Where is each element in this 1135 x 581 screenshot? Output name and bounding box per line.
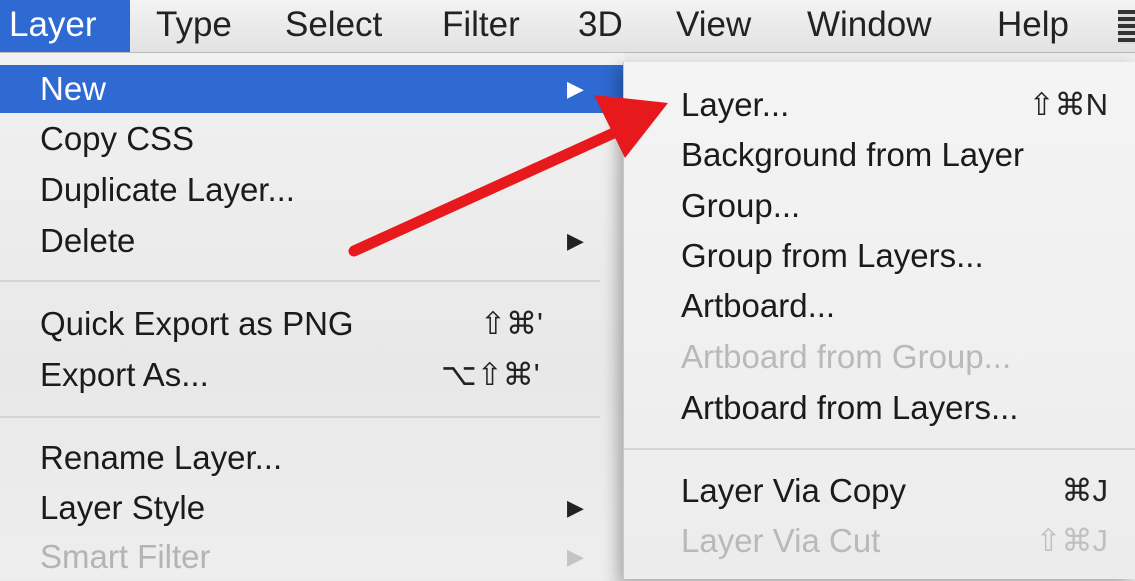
submenu-item-shortcut: ⇧⌘N xyxy=(1028,87,1108,122)
menu-item-new[interactable]: New ▶ xyxy=(0,65,625,113)
menubar-select[interactable]: Select xyxy=(285,0,382,52)
menu-item-rename-layer[interactable]: Rename Layer... xyxy=(0,434,600,482)
submenu-item-label: Group from Layers... xyxy=(681,237,984,274)
submenu-item-layer-via-cut: Layer Via Cut ⇧⌘J xyxy=(624,517,1135,565)
submenu-separator xyxy=(624,448,1135,450)
new-submenu: Layer... ⇧⌘N Background from Layer Group… xyxy=(623,62,1135,579)
layer-menu: New ▶ Copy CSS Duplicate Layer... Delete… xyxy=(0,53,625,579)
triangle-right-icon: ▶ xyxy=(567,544,584,569)
menubar-3d[interactable]: 3D xyxy=(578,0,623,52)
submenu-item-layer[interactable]: Layer... ⇧⌘N xyxy=(624,81,1135,129)
menubar-help[interactable]: Help xyxy=(997,0,1069,52)
submenu-item-label: Artboard from Group... xyxy=(681,338,1012,375)
submenu-item-artboard-from-group: Artboard from Group... xyxy=(624,333,1135,381)
menu-item-export-as[interactable]: Export As... ⌥⇧⌘' xyxy=(0,351,600,399)
menubar-window[interactable]: Window xyxy=(807,0,931,52)
submenu-item-label: Artboard from Layers... xyxy=(681,389,1019,426)
menu-item-label: Layer Style xyxy=(40,489,206,526)
menubar-status-icon xyxy=(1118,10,1135,44)
menu-item-label: Smart Filter xyxy=(40,538,211,575)
submenu-item-artboard-from-layers[interactable]: Artboard from Layers... xyxy=(624,384,1135,432)
menu-item-label: Delete xyxy=(40,222,136,259)
menu-item-label: Copy CSS xyxy=(40,120,195,157)
submenu-item-label: Layer Via Cut xyxy=(681,522,881,559)
submenu-item-shortcut: ⌘J xyxy=(1061,473,1109,508)
menubar-view[interactable]: View xyxy=(676,0,751,52)
triangle-right-icon: ▶ xyxy=(567,228,584,253)
menu-item-shortcut: ⌥⇧⌘' xyxy=(441,357,540,392)
submenu-item-label: Group... xyxy=(681,187,801,224)
menu-item-duplicate-layer[interactable]: Duplicate Layer... xyxy=(0,166,600,214)
menu-item-label: Duplicate Layer... xyxy=(40,171,295,208)
menu-item-label: Export As... xyxy=(40,356,209,393)
menu-item-delete[interactable]: Delete ▶ xyxy=(0,217,600,265)
menu-item-smart-filter: Smart Filter ▶ xyxy=(0,533,600,581)
submenu-item-label: Background from Layer xyxy=(681,136,1025,173)
submenu-item-label: Layer Via Copy xyxy=(681,472,907,509)
menu-item-copy-css[interactable]: Copy CSS xyxy=(0,115,600,163)
menu-item-quick-export[interactable]: Quick Export as PNG ⇧⌘' xyxy=(0,300,600,348)
menu-bar: Layer Type Select Filter 3D View Window … xyxy=(0,0,1135,53)
submenu-item-layer-via-copy[interactable]: Layer Via Copy ⌘J xyxy=(624,467,1135,515)
menubar-filter[interactable]: Filter xyxy=(442,0,520,52)
menu-item-shortcut: ⇧⌘' xyxy=(480,306,543,341)
menu-separator xyxy=(0,280,600,282)
menu-separator xyxy=(0,416,600,418)
menu-item-layer-style[interactable]: Layer Style ▶ xyxy=(0,484,600,532)
submenu-item-shortcut: ⇧⌘J xyxy=(1035,523,1108,558)
menu-item-label: Rename Layer... xyxy=(40,439,283,476)
menubar-layer[interactable]: Layer xyxy=(0,0,130,52)
submenu-item-label: Layer... xyxy=(681,86,790,123)
submenu-item-background-from-layer[interactable]: Background from Layer xyxy=(624,131,1135,179)
submenu-item-artboard[interactable]: Artboard... xyxy=(624,282,1135,330)
submenu-item-group-from-layers[interactable]: Group from Layers... xyxy=(624,232,1135,280)
menubar-type[interactable]: Type xyxy=(156,0,232,52)
submenu-item-label: Artboard... xyxy=(681,287,836,324)
menu-item-label: Quick Export as PNG xyxy=(40,305,354,342)
triangle-right-icon: ▶ xyxy=(567,495,584,520)
menu-item-label: New xyxy=(40,70,107,107)
submenu-item-group[interactable]: Group... xyxy=(624,182,1135,230)
triangle-right-icon: ▶ xyxy=(567,76,584,101)
